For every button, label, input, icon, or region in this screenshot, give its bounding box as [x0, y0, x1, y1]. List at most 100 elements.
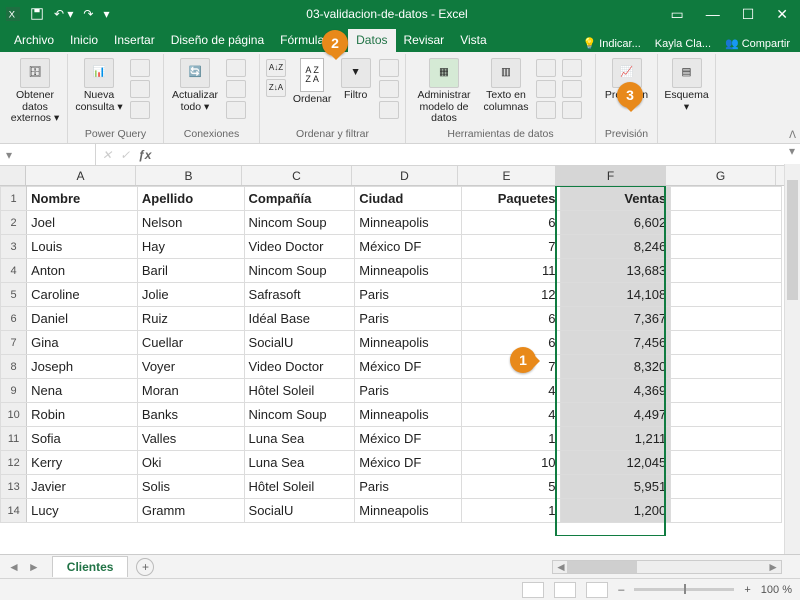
data-validation-button[interactable]	[536, 101, 556, 119]
manage-data-button[interactable]	[562, 101, 582, 119]
cell[interactable]	[671, 403, 782, 427]
refresh-all-button[interactable]: 🔄 Actualizar todo ▾	[170, 56, 220, 113]
row-header[interactable]: 5	[1, 283, 27, 307]
row-header[interactable]: 4	[1, 259, 27, 283]
cell[interactable]: 4,497	[560, 403, 671, 427]
cell[interactable]: México DF	[355, 355, 462, 379]
col-header-G[interactable]: G	[666, 166, 776, 185]
tab-vista[interactable]: Vista	[452, 29, 494, 52]
row-header[interactable]: 10	[1, 403, 27, 427]
share-button[interactable]: Compartir	[721, 35, 794, 52]
cell[interactable]: Paris	[355, 283, 462, 307]
cell[interactable]	[671, 499, 782, 523]
sheet-nav-next-icon[interactable]: ►	[28, 560, 40, 574]
cell[interactable]: Daniel	[27, 307, 138, 331]
cell[interactable]: 11	[461, 259, 560, 283]
tab-archivo[interactable]: Archivo	[6, 29, 62, 52]
expand-formula-icon[interactable]: ▾	[784, 144, 800, 165]
sheet-tab-clientes[interactable]: Clientes	[52, 556, 129, 577]
cancel-formula-icon[interactable]: ✕	[102, 148, 112, 162]
maximize-icon[interactable]: ☐	[736, 6, 761, 23]
cell[interactable]	[671, 259, 782, 283]
cell[interactable]: 14,108	[560, 283, 671, 307]
cell[interactable]	[671, 331, 782, 355]
reapply-button[interactable]	[379, 80, 399, 98]
cell[interactable]: Joel	[27, 211, 138, 235]
vertical-scrollbar[interactable]	[784, 164, 800, 554]
cell[interactable]: Moran	[137, 379, 244, 403]
cell[interactable]: México DF	[355, 427, 462, 451]
cell[interactable]: 7,367	[560, 307, 671, 331]
row-header[interactable]: 12	[1, 451, 27, 475]
ribbon-options-icon[interactable]: ▭	[664, 6, 689, 23]
minimize-icon[interactable]: —	[700, 6, 726, 22]
cell[interactable]: Luna Sea	[244, 427, 355, 451]
cell[interactable]	[671, 451, 782, 475]
cell[interactable]: 6	[461, 331, 560, 355]
cell[interactable]: Hôtel Soleil	[244, 379, 355, 403]
redo-icon[interactable]: ↷	[83, 7, 93, 21]
get-external-data-button[interactable]: 🗄 Obtener datos externos ▾	[10, 56, 60, 125]
cell[interactable]: Hôtel Soleil	[244, 475, 355, 499]
flash-fill-button[interactable]	[536, 59, 556, 77]
cell[interactable]: Oki	[137, 451, 244, 475]
page-break-view-button[interactable]	[586, 582, 608, 598]
page-layout-view-button[interactable]	[554, 582, 576, 598]
cell[interactable]: 12,045	[560, 451, 671, 475]
tab-diseno[interactable]: Diseño de página	[163, 29, 272, 52]
cell[interactable]: Minneapolis	[355, 211, 462, 235]
zoom-in-button[interactable]: +	[744, 584, 750, 596]
cell[interactable]: Nincom Soup	[244, 211, 355, 235]
cell[interactable]: 5,951	[560, 475, 671, 499]
cell[interactable]: Paris	[355, 307, 462, 331]
cell[interactable]: Nena	[27, 379, 138, 403]
cell[interactable]: 8,246	[560, 235, 671, 259]
cell[interactable]: Minneapolis	[355, 259, 462, 283]
cell[interactable]: Ventas	[560, 187, 671, 211]
cell[interactable]: México DF	[355, 451, 462, 475]
sort-asc-button[interactable]: A↓Z	[266, 59, 286, 77]
cell[interactable]: Paquetes	[461, 187, 560, 211]
cell[interactable]: Nincom Soup	[244, 259, 355, 283]
edit-links-button[interactable]	[226, 101, 246, 119]
cell[interactable]: Banks	[137, 403, 244, 427]
from-table-button[interactable]	[130, 80, 150, 98]
row-header[interactable]: 6	[1, 307, 27, 331]
cell[interactable]: Nincom Soup	[244, 403, 355, 427]
zoom-level[interactable]: 100 %	[761, 584, 792, 596]
col-header-C[interactable]: C	[242, 166, 352, 185]
cell[interactable]: 4	[461, 403, 560, 427]
cell[interactable]: Jolie	[137, 283, 244, 307]
cell[interactable]: Lucy	[27, 499, 138, 523]
row-header[interactable]: 3	[1, 235, 27, 259]
cell[interactable]: 6	[461, 307, 560, 331]
worksheet-grid[interactable]: 1NombreApellidoCompañíaCiudadPaquetesVen…	[0, 186, 800, 536]
cell[interactable]	[671, 427, 782, 451]
row-header[interactable]: 11	[1, 427, 27, 451]
cell[interactable]: Cuellar	[137, 331, 244, 355]
cell[interactable]: Ruiz	[137, 307, 244, 331]
cell[interactable]: 13,683	[560, 259, 671, 283]
properties-button[interactable]	[226, 80, 246, 98]
col-header-D[interactable]: D	[352, 166, 458, 185]
cell[interactable]: Safrasoft	[244, 283, 355, 307]
row-header[interactable]: 14	[1, 499, 27, 523]
row-header[interactable]: 8	[1, 355, 27, 379]
cell[interactable]: 7	[461, 235, 560, 259]
row-header[interactable]: 2	[1, 211, 27, 235]
cell[interactable]: Javier	[27, 475, 138, 499]
row-header[interactable]: 13	[1, 475, 27, 499]
col-header-F[interactable]: F	[556, 166, 666, 185]
select-all-button[interactable]	[0, 166, 26, 185]
new-sheet-button[interactable]: +	[136, 558, 154, 576]
cell[interactable]: Solis	[137, 475, 244, 499]
show-queries-button[interactable]	[130, 59, 150, 77]
cell[interactable]: 1	[461, 427, 560, 451]
cell[interactable]	[671, 355, 782, 379]
cell[interactable]: Sofia	[27, 427, 138, 451]
cell[interactable]	[671, 307, 782, 331]
cell[interactable]: Idéal Base	[244, 307, 355, 331]
filter-button[interactable]: ▼ Filtro	[338, 56, 373, 102]
cell[interactable]: SocialU	[244, 331, 355, 355]
tab-insertar[interactable]: Insertar	[106, 29, 163, 52]
